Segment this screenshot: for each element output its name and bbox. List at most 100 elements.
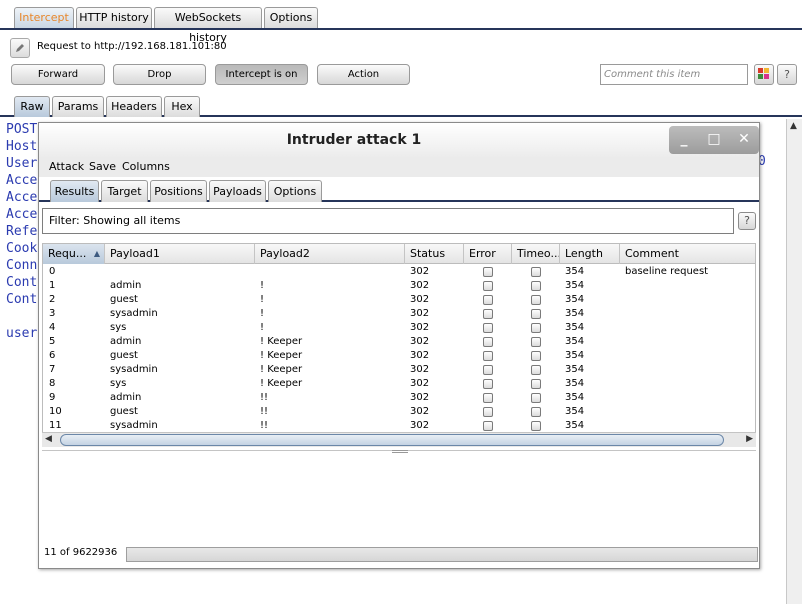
timeout-checkbox[interactable] [531, 323, 541, 333]
tab-headers[interactable]: Headers [106, 96, 162, 117]
scroll-left-arrow-icon[interactable]: ◀ [45, 434, 52, 444]
scroll-up-arrow-icon[interactable]: ▲ [790, 121, 797, 131]
error-checkbox[interactable] [483, 407, 493, 417]
split-pane-divider[interactable] [42, 450, 756, 453]
menu-attack[interactable]: Attack [49, 160, 84, 173]
timeout-checkbox[interactable] [531, 281, 541, 291]
timeout-checkbox[interactable] [531, 407, 541, 417]
timeout-checkbox[interactable] [531, 379, 541, 389]
cell-request: 2 [49, 294, 56, 305]
error-checkbox[interactable] [483, 421, 493, 431]
cell-payload2: !! [260, 392, 269, 403]
timeout-checkbox[interactable] [531, 351, 541, 361]
timeout-checkbox[interactable] [531, 421, 541, 431]
table-row[interactable]: 2 guest! 302 354 [43, 293, 755, 307]
error-checkbox[interactable] [483, 393, 493, 403]
scrollbar-thumb[interactable] [60, 434, 724, 446]
raw-vertical-scrollbar[interactable]: ▲ [786, 119, 802, 604]
tab-intercept[interactable]: Intercept [14, 7, 74, 28]
tab-target[interactable]: Target [101, 180, 148, 202]
tab-http-history[interactable]: HTTP history [76, 7, 152, 28]
tab-raw[interactable]: Raw [14, 96, 50, 117]
forward-button[interactable]: Forward [11, 64, 105, 85]
maximize-icon[interactable]: □ [699, 126, 729, 154]
tab-positions[interactable]: Positions [150, 180, 207, 202]
drop-button[interactable]: Drop [113, 64, 206, 85]
cell-payload1: guest [110, 406, 138, 417]
tab-hex[interactable]: Hex [164, 96, 200, 117]
tab-options[interactable]: Options [268, 180, 322, 202]
intruder-attack-window: Intruder attack 1 _ □ ✕ Attack Save Colu… [38, 122, 760, 569]
tab-options[interactable]: Options [264, 7, 318, 28]
tab-params[interactable]: Params [52, 96, 104, 117]
tab-results[interactable]: Results [50, 180, 99, 202]
table-row[interactable]: 0 302 354 baseline request [43, 265, 755, 279]
column-request[interactable]: Requ... ▲ [43, 244, 105, 264]
table-row[interactable]: 6 guest ! Keeper 302 354 [43, 349, 755, 363]
raw-line: Acce [6, 190, 38, 205]
table-row[interactable]: 9 admin!! 302 354 [43, 391, 755, 405]
attack-progress-bar [126, 547, 758, 562]
cell-status: 302 [410, 322, 430, 333]
error-checkbox[interactable] [483, 365, 493, 375]
minimize-icon[interactable]: _ [669, 126, 699, 154]
raw-line: POST [6, 122, 38, 137]
column-timeout[interactable]: Timeo... [512, 244, 560, 264]
error-checkbox[interactable] [483, 281, 493, 291]
table-row[interactable]: 8 sys ! Keeper 302 354 [43, 377, 755, 391]
cell-status: 302 [410, 280, 430, 291]
cell-request: 9 [49, 392, 56, 403]
menu-columns[interactable]: Columns [122, 160, 170, 173]
table-row[interactable]: 4 sys! 302 354 [43, 321, 755, 335]
timeout-checkbox[interactable] [531, 337, 541, 347]
error-checkbox[interactable] [483, 379, 493, 389]
table-row[interactable]: 3 sysadmin! 302 354 [43, 307, 755, 321]
pencil-icon[interactable] [10, 38, 30, 58]
timeout-checkbox[interactable] [531, 295, 541, 305]
column-payload1[interactable]: Payload1 [105, 244, 255, 264]
column-error[interactable]: Error [464, 244, 512, 264]
comment-input[interactable] [600, 64, 748, 85]
cell-status: 302 [410, 266, 430, 277]
tab-websockets-history[interactable]: WebSockets history [154, 7, 262, 44]
horizontal-scrollbar[interactable]: ◀ ▶ [42, 432, 756, 447]
highlight-color-button[interactable] [754, 64, 774, 85]
error-checkbox[interactable] [483, 337, 493, 347]
column-payload2[interactable]: Payload2 [255, 244, 405, 264]
table-row[interactable]: 7 sysadmin ! Keeper 302 354 [43, 363, 755, 377]
table-row[interactable]: 5 admin ! Keeper 302 354 [43, 335, 755, 349]
raw-request-text[interactable]: POST Host User Acce Acce Acce Refe Cook … [6, 121, 37, 342]
filter-bar[interactable]: Filter: Showing all items [42, 208, 734, 234]
intercept-toggle-button[interactable]: Intercept is on [215, 64, 308, 85]
error-checkbox[interactable] [483, 323, 493, 333]
column-comment[interactable]: Comment [620, 244, 755, 264]
error-checkbox[interactable] [483, 309, 493, 319]
error-checkbox[interactable] [483, 351, 493, 361]
help-icon[interactable]: ? [738, 212, 756, 230]
divider-grip-icon[interactable] [392, 450, 408, 453]
cell-length: 354 [565, 308, 585, 319]
window-title-bar[interactable]: Intruder attack 1 _ □ ✕ [39, 123, 759, 157]
timeout-checkbox[interactable] [531, 365, 541, 375]
table-row[interactable]: 10 guest!! 302 354 [43, 405, 755, 419]
request-target-label: Request to http://192.168.181.101:80 [37, 41, 227, 52]
column-length[interactable]: Length [560, 244, 620, 264]
cell-length: 354 [565, 266, 585, 277]
table-row[interactable]: 1 admin! 302 354 [43, 279, 755, 293]
timeout-checkbox[interactable] [531, 267, 541, 277]
error-checkbox[interactable] [483, 295, 493, 305]
table-row[interactable]: 11 sysadmin!! 302 354 [43, 419, 755, 433]
scroll-right-arrow-icon[interactable]: ▶ [746, 434, 753, 444]
action-button[interactable]: Action [317, 64, 410, 85]
results-table: Requ... ▲ Payload1 Payload2 Status Error … [42, 243, 756, 447]
error-checkbox[interactable] [483, 267, 493, 277]
cell-request: 1 [49, 280, 56, 291]
menu-save[interactable]: Save [89, 160, 116, 173]
close-icon[interactable]: ✕ [729, 126, 759, 154]
timeout-checkbox[interactable] [531, 309, 541, 319]
column-status[interactable]: Status [405, 244, 464, 264]
help-button[interactable]: ? [777, 64, 797, 85]
tab-payloads[interactable]: Payloads [209, 180, 266, 202]
message-tab-bar: Raw Params Headers Hex [0, 94, 802, 117]
timeout-checkbox[interactable] [531, 393, 541, 403]
